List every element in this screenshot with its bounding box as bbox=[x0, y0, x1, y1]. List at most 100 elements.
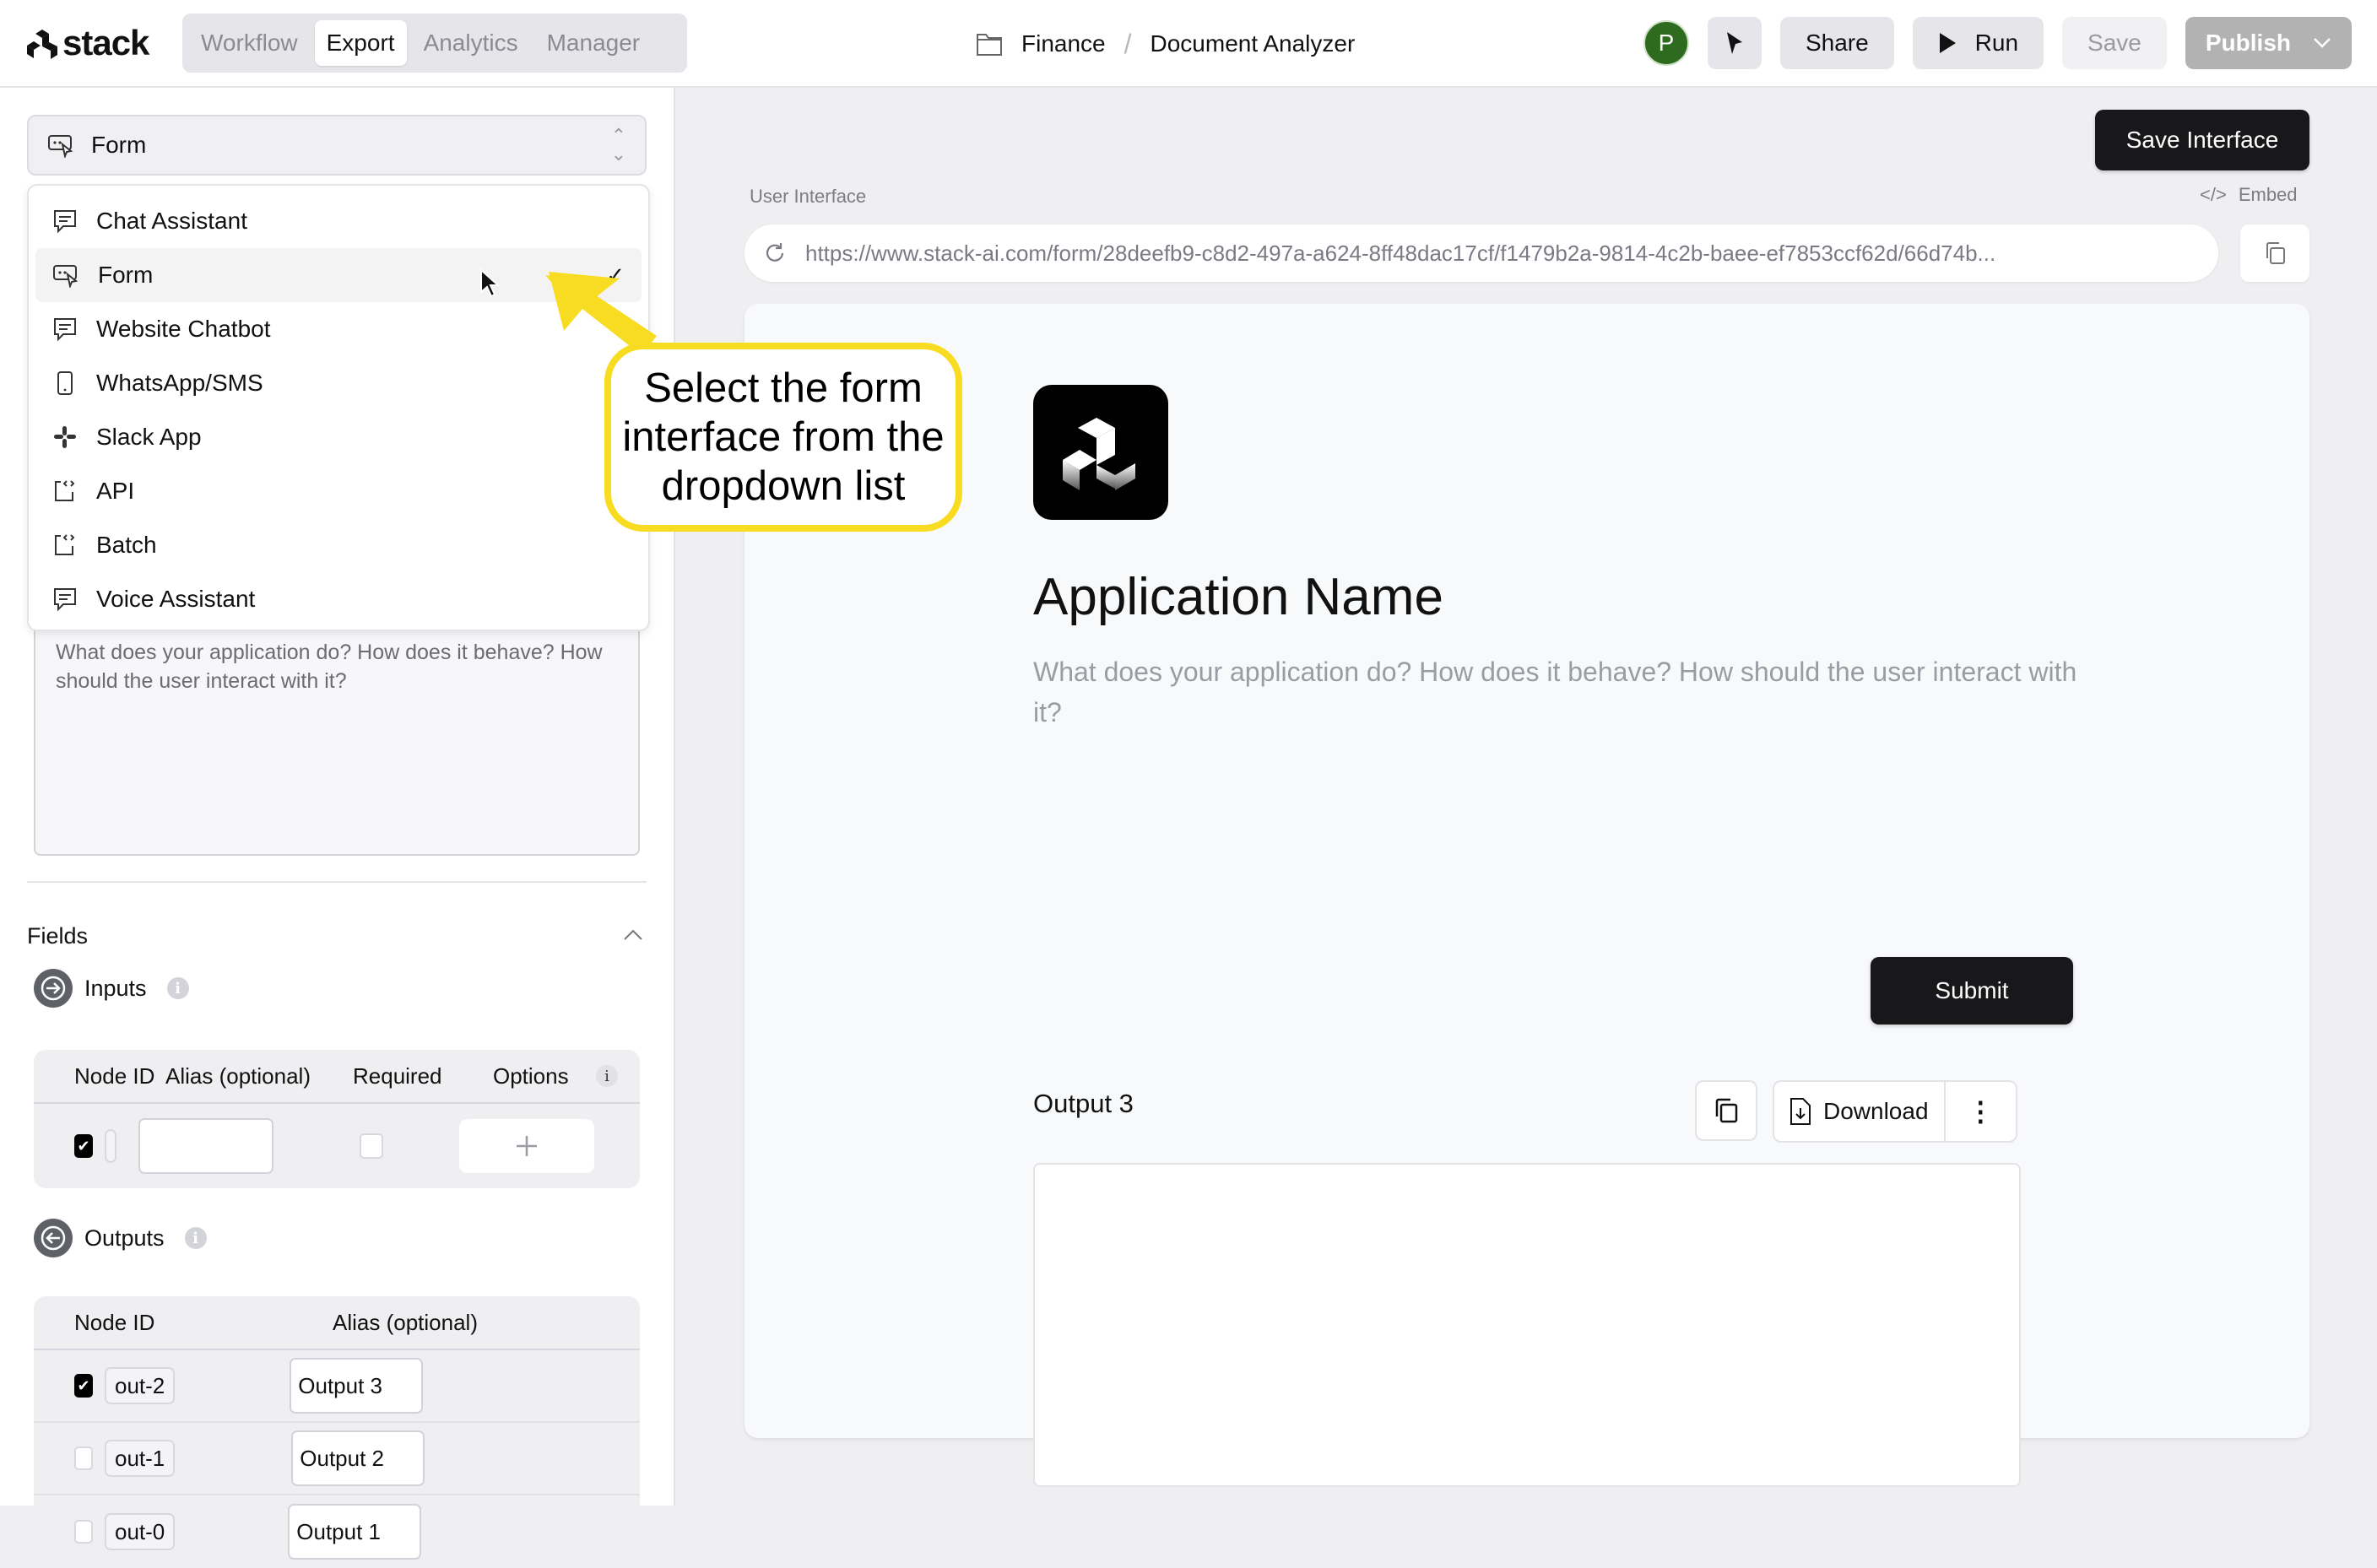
save-interface-button[interactable]: Save Interface bbox=[2095, 110, 2309, 170]
cursor-arrow-icon bbox=[1726, 32, 1742, 54]
chat-icon bbox=[54, 210, 76, 234]
tab-analytics[interactable]: Analytics bbox=[412, 20, 530, 66]
refresh-icon[interactable] bbox=[763, 241, 787, 265]
folder-icon bbox=[977, 34, 1002, 56]
interface-type-select[interactable]: Form ⌃ ⌄ bbox=[27, 115, 647, 176]
option-chat-assistant[interactable]: Chat Assistant bbox=[35, 194, 642, 248]
app-logo bbox=[1033, 385, 1168, 520]
breadcrumb: Finance / Document Analyzer bbox=[976, 22, 1355, 66]
slack-icon bbox=[54, 426, 76, 448]
description-textarea[interactable]: What does your application do? How does … bbox=[34, 619, 640, 856]
option-label: WhatsApp/SMS bbox=[96, 370, 263, 396]
select-chevron-icon: ⌃ ⌄ bbox=[610, 125, 626, 165]
output-title: Output 3 bbox=[1033, 1089, 1134, 1118]
input-row-checkbox[interactable]: ✔ bbox=[74, 1134, 93, 1158]
col-options: Options bbox=[493, 1062, 569, 1089]
embed-button[interactable]: </> Embed bbox=[2200, 184, 2298, 206]
input-required-checkbox[interactable] bbox=[360, 1133, 383, 1159]
copy-icon bbox=[2266, 242, 2285, 264]
download-button[interactable]: Download bbox=[1774, 1082, 1946, 1141]
run-label: Run bbox=[1974, 30, 2019, 56]
submit-button[interactable]: Submit bbox=[1871, 957, 2073, 1025]
option-website-chatbot[interactable]: Website Chatbot bbox=[35, 302, 642, 356]
breadcrumb-project[interactable]: Document Analyzer bbox=[1151, 30, 1356, 57]
callout-annotation: Select the form interface from the dropd… bbox=[604, 343, 962, 532]
share-button[interactable]: Share bbox=[1779, 17, 1894, 69]
tab-export[interactable]: Export bbox=[314, 20, 407, 66]
export-canvas: Save Interface User Interface </> Embed … bbox=[675, 88, 2377, 1506]
output-node-id: out-0 bbox=[105, 1513, 176, 1550]
interface-type-dropdown: Chat Assistant Form ✓ Website Chatbot Wh… bbox=[27, 184, 650, 631]
output-row-checkbox[interactable] bbox=[74, 1520, 93, 1544]
input-alias-field[interactable] bbox=[138, 1118, 273, 1174]
input-node-id-field[interactable] bbox=[105, 1129, 116, 1163]
save-button[interactable]: Save bbox=[2062, 17, 2167, 69]
output-row: ✔ out-2 Output 3 bbox=[34, 1350, 640, 1423]
chevron-down-icon[interactable] bbox=[2313, 37, 2331, 49]
stack-cubes-icon bbox=[1063, 418, 1135, 490]
pointer-tool-button[interactable] bbox=[1707, 17, 1762, 69]
output-alias-field[interactable]: Output 3 bbox=[290, 1358, 424, 1414]
save-label: Save bbox=[2087, 30, 2141, 56]
output-alias-field[interactable]: Output 1 bbox=[288, 1504, 422, 1560]
col-required: Required bbox=[353, 1062, 442, 1089]
output-row-checkbox[interactable]: ✔ bbox=[74, 1374, 93, 1398]
divider bbox=[27, 881, 647, 883]
output-node-id: out-2 bbox=[105, 1367, 176, 1404]
output-row: out-1 Output 2 bbox=[34, 1423, 640, 1495]
tab-manager[interactable]: Manager bbox=[535, 20, 652, 66]
header-actions: P Share Run Save Publish bbox=[1643, 17, 2352, 69]
run-button[interactable]: Run bbox=[1912, 17, 2044, 69]
info-icon[interactable]: i bbox=[166, 977, 189, 999]
description-placeholder: What does your application do? How does … bbox=[56, 641, 603, 693]
output-textarea[interactable] bbox=[1033, 1163, 2021, 1487]
stack-logo[interactable]: stack bbox=[25, 22, 149, 64]
output-row: out-0 Output 1 bbox=[34, 1495, 640, 1568]
publish-button[interactable]: Publish bbox=[2185, 17, 2352, 69]
avatar[interactable]: P bbox=[1643, 20, 1689, 66]
option-whatsapp-sms[interactable]: WhatsApp/SMS bbox=[35, 356, 642, 410]
app-name: Application Name bbox=[1033, 568, 1443, 626]
copy-output-button[interactable] bbox=[1695, 1080, 1757, 1141]
col-node-id: Node ID bbox=[74, 1309, 155, 1335]
mouse-cursor-icon bbox=[480, 268, 501, 298]
output-node-id: out-1 bbox=[105, 1440, 176, 1477]
input-row: ✔ bbox=[34, 1104, 640, 1188]
embed-label: Embed bbox=[2238, 184, 2298, 205]
copy-icon bbox=[1715, 1098, 1738, 1123]
tab-workflow[interactable]: Workflow bbox=[189, 20, 310, 66]
fields-title: Fields bbox=[27, 923, 89, 949]
user-interface-label: User Interface bbox=[750, 186, 867, 207]
option-batch[interactable]: Batch bbox=[35, 518, 642, 572]
option-label: Voice Assistant bbox=[96, 586, 256, 612]
option-label: Slack App bbox=[96, 424, 202, 450]
interface-select-value: Form bbox=[91, 132, 147, 158]
options-info-icon[interactable]: i bbox=[596, 1065, 618, 1087]
plus-icon bbox=[517, 1136, 537, 1156]
form-icon bbox=[53, 265, 79, 288]
option-slack-app[interactable]: Slack App bbox=[35, 410, 642, 464]
option-api[interactable]: API bbox=[35, 464, 642, 518]
output-row-checkbox[interactable] bbox=[74, 1446, 93, 1470]
option-label: Chat Assistant bbox=[96, 208, 247, 234]
copy-url-button[interactable] bbox=[2240, 224, 2309, 282]
url-bar[interactable]: https://www.stack-ai.com/form/28deefb9-c… bbox=[745, 224, 2218, 282]
more-options-icon[interactable]: ⋮ bbox=[1946, 1095, 2016, 1127]
inputs-table: Node ID Alias (optional) Required Option… bbox=[34, 1050, 640, 1188]
option-label: API bbox=[96, 478, 135, 504]
add-option-button[interactable] bbox=[459, 1119, 594, 1173]
inputs-title: Inputs bbox=[84, 975, 147, 1001]
option-voice-assistant[interactable]: Voice Assistant bbox=[35, 572, 642, 626]
inputs-section-header: Inputs i bbox=[34, 969, 189, 1008]
play-icon bbox=[1939, 33, 1956, 53]
option-form[interactable]: Form ✓ bbox=[35, 248, 642, 302]
chevron-up-icon[interactable] bbox=[623, 923, 643, 947]
form-icon bbox=[48, 135, 73, 158]
chat-icon bbox=[54, 588, 76, 612]
breadcrumb-separator: / bbox=[1124, 28, 1132, 59]
outputs-table-header: Node ID Alias (optional) bbox=[34, 1296, 640, 1350]
output-alias-field[interactable]: Output 2 bbox=[291, 1430, 425, 1486]
info-icon[interactable]: i bbox=[184, 1227, 207, 1249]
interface-url[interactable]: https://www.stack-ai.com/form/28deefb9-c… bbox=[805, 241, 1995, 267]
breadcrumb-folder[interactable]: Finance bbox=[1021, 30, 1106, 57]
